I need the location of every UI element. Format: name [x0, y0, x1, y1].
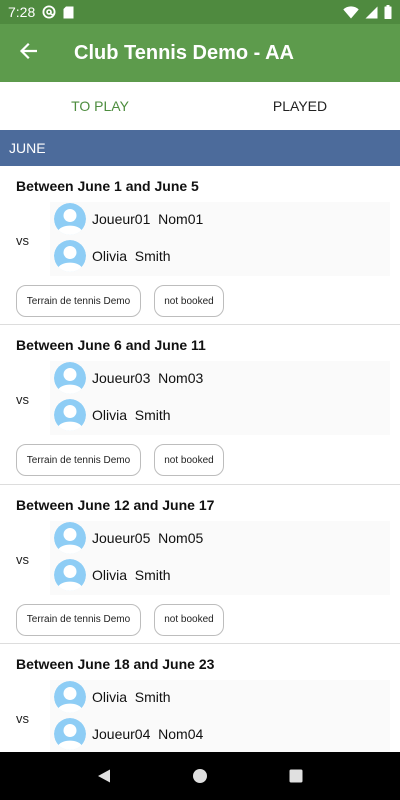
avatar [54, 521, 86, 554]
player-row: Joueur05 Nom05 [54, 521, 203, 555]
match-actions: Terrain de tennis Demo not booked [16, 603, 224, 636]
status-time: 7:28 [8, 4, 36, 20]
person-icon [54, 521, 86, 554]
page-title: Club Tennis Demo - AA [74, 41, 294, 64]
avatar [54, 240, 86, 272]
nav-recents-button[interactable] [266, 752, 326, 800]
player-row: Joueur03 Nom03 [54, 361, 203, 395]
player-name: Joueur04 Nom04 [92, 725, 204, 742]
vs-label: vs [16, 233, 29, 248]
court-button[interactable]: Terrain de tennis Demo [16, 285, 141, 317]
signal-icon [365, 6, 378, 19]
match-card[interactable]: Between June 12 and June 17 Joueur05 Nom… [0, 484, 400, 644]
match-date-range: Between June 12 and June 17 [16, 496, 215, 513]
person-icon [54, 399, 86, 432]
avatar [54, 558, 86, 591]
player-name: Olivia Smith [92, 407, 171, 424]
battery-icon [384, 5, 392, 19]
court-button[interactable]: Terrain de tennis Demo [16, 603, 141, 636]
avatar [54, 203, 86, 235]
month-header: JUNE [0, 130, 400, 166]
match-date-range: Between June 1 and June 5 [16, 178, 199, 194]
player-row: Olivia Smith [54, 398, 171, 432]
players-box: Joueur03 Nom03 Olivia Smith [50, 361, 390, 436]
avatar [54, 717, 86, 750]
system-nav-bar [0, 752, 400, 800]
nav-home-button[interactable] [170, 752, 230, 800]
vs-label: vs [16, 392, 29, 408]
avatar [54, 399, 86, 432]
player-row: Joueur01 Nom01 [54, 202, 203, 236]
avatar [54, 362, 86, 395]
person-icon [54, 203, 86, 235]
match-card[interactable]: Between June 18 and June 23 Olivia Smith… [0, 643, 400, 752]
player-row: Olivia Smith [54, 680, 171, 714]
match-actions: Terrain de tennis Demo not booked [16, 285, 224, 317]
status-bar: 7:28 [0, 0, 400, 24]
back-triangle-icon [98, 769, 110, 783]
players-box: Joueur01 Nom01 Olivia Smith [50, 202, 390, 276]
wifi-icon [343, 5, 359, 19]
match-card[interactable]: Between June 6 and June 11 Joueur03 Nom0… [0, 325, 400, 485]
player-row: Joueur04 Nom04 [54, 717, 203, 751]
player-row: Olivia Smith [54, 558, 171, 592]
person-icon [54, 362, 86, 395]
status-left: 7:28 [8, 4, 74, 20]
tab-to-play[interactable]: TO PLAY [0, 82, 200, 130]
recents-square-icon [289, 769, 303, 783]
booking-status-button[interactable]: not booked [154, 285, 224, 317]
at-sign-icon [42, 5, 56, 19]
players-box: Joueur05 Nom05 Olivia Smith [50, 520, 390, 595]
status-right [343, 5, 392, 19]
player-name: Joueur05 Nom05 [92, 529, 204, 546]
person-icon [54, 717, 86, 750]
vs-label: vs [16, 710, 29, 726]
person-icon [54, 558, 86, 591]
player-name: Olivia Smith [92, 688, 171, 705]
screen: 7:28 Club Tennis Demo - AA TO PLAY PLAYE… [0, 0, 400, 800]
back-button[interactable] [0, 24, 56, 82]
match-list[interactable]: Between June 1 and June 5 Joueur01 Nom01… [0, 166, 400, 752]
tab-played[interactable]: PLAYED [200, 82, 400, 130]
avatar [54, 680, 86, 713]
person-icon [54, 680, 86, 713]
match-date-range: Between June 6 and June 11 [16, 337, 206, 354]
tab-bar: TO PLAY PLAYED [0, 82, 400, 130]
booking-status-button[interactable]: not booked [154, 603, 224, 636]
players-box: Olivia Smith Joueur04 Nom04 [50, 679, 390, 752]
vs-label: vs [16, 551, 29, 567]
player-name: Olivia Smith [92, 566, 171, 583]
player-name: Joueur01 Nom01 [92, 211, 204, 227]
player-row: Olivia Smith [54, 239, 171, 273]
app-bar: Club Tennis Demo - AA [0, 24, 400, 82]
arrow-left-icon [19, 42, 38, 65]
court-button[interactable]: Terrain de tennis Demo [16, 444, 141, 477]
match-actions: Terrain de tennis Demo not booked [16, 444, 224, 477]
match-card[interactable]: Between June 1 and June 5 Joueur01 Nom01… [0, 166, 400, 326]
player-name: Joueur03 Nom03 [92, 370, 204, 387]
nav-back-button[interactable] [74, 752, 134, 800]
booking-status-button[interactable]: not booked [154, 444, 224, 477]
player-name: Olivia Smith [92, 248, 171, 264]
sd-card-icon [63, 6, 74, 19]
match-date-range: Between June 18 and June 23 [16, 655, 215, 672]
home-circle-icon [193, 769, 207, 783]
person-icon [54, 240, 86, 272]
